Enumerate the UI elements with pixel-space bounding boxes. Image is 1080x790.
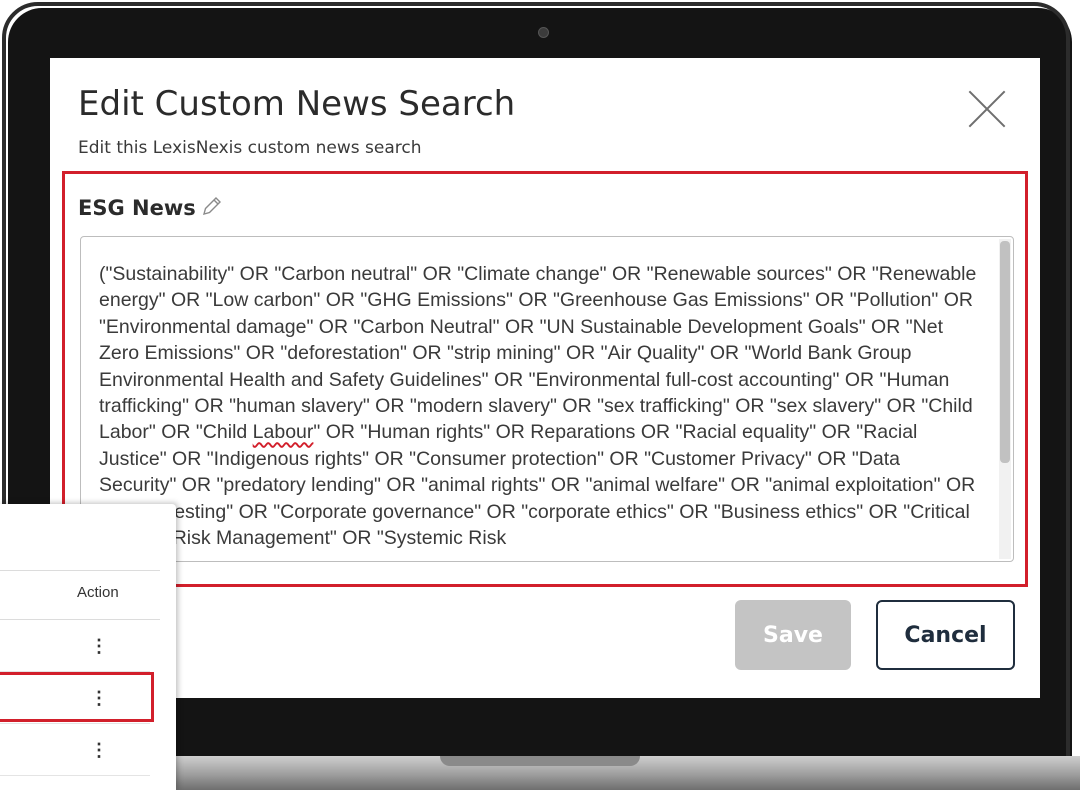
search-name: ESG News xyxy=(78,196,196,220)
dialog-title: Edit Custom News Search xyxy=(78,84,516,124)
close-icon[interactable] xyxy=(964,86,1010,132)
table-row: ⋮ xyxy=(0,620,150,672)
saved-searches-panel: Action ⋮ ⋮ ⋮ xyxy=(0,504,176,790)
query-text-part: ("Sustainability" OR "Carbon neutral" OR… xyxy=(99,263,982,444)
spellcheck-word: Labour xyxy=(252,421,314,444)
more-icon[interactable]: ⋮ xyxy=(90,637,108,655)
scrollbar-thumb[interactable] xyxy=(1000,241,1010,463)
query-text: ("Sustainability" OR "Carbon neutral" OR… xyxy=(99,261,979,551)
cancel-button[interactable]: Cancel xyxy=(876,600,1015,670)
dialog-subtitle: Edit this LexisNexis custom news search xyxy=(78,138,422,158)
save-button[interactable]: Save xyxy=(735,600,851,670)
laptop-notch xyxy=(440,756,640,766)
row-highlight-box xyxy=(0,672,154,722)
webcam-icon xyxy=(538,27,549,38)
more-icon[interactable]: ⋮ xyxy=(90,741,108,759)
table-row: ⋮ xyxy=(0,724,150,776)
pencil-icon[interactable] xyxy=(200,194,224,218)
action-column-header: Action xyxy=(77,584,119,601)
query-textarea[interactable]: ("Sustainability" OR "Carbon neutral" OR… xyxy=(80,236,1014,562)
